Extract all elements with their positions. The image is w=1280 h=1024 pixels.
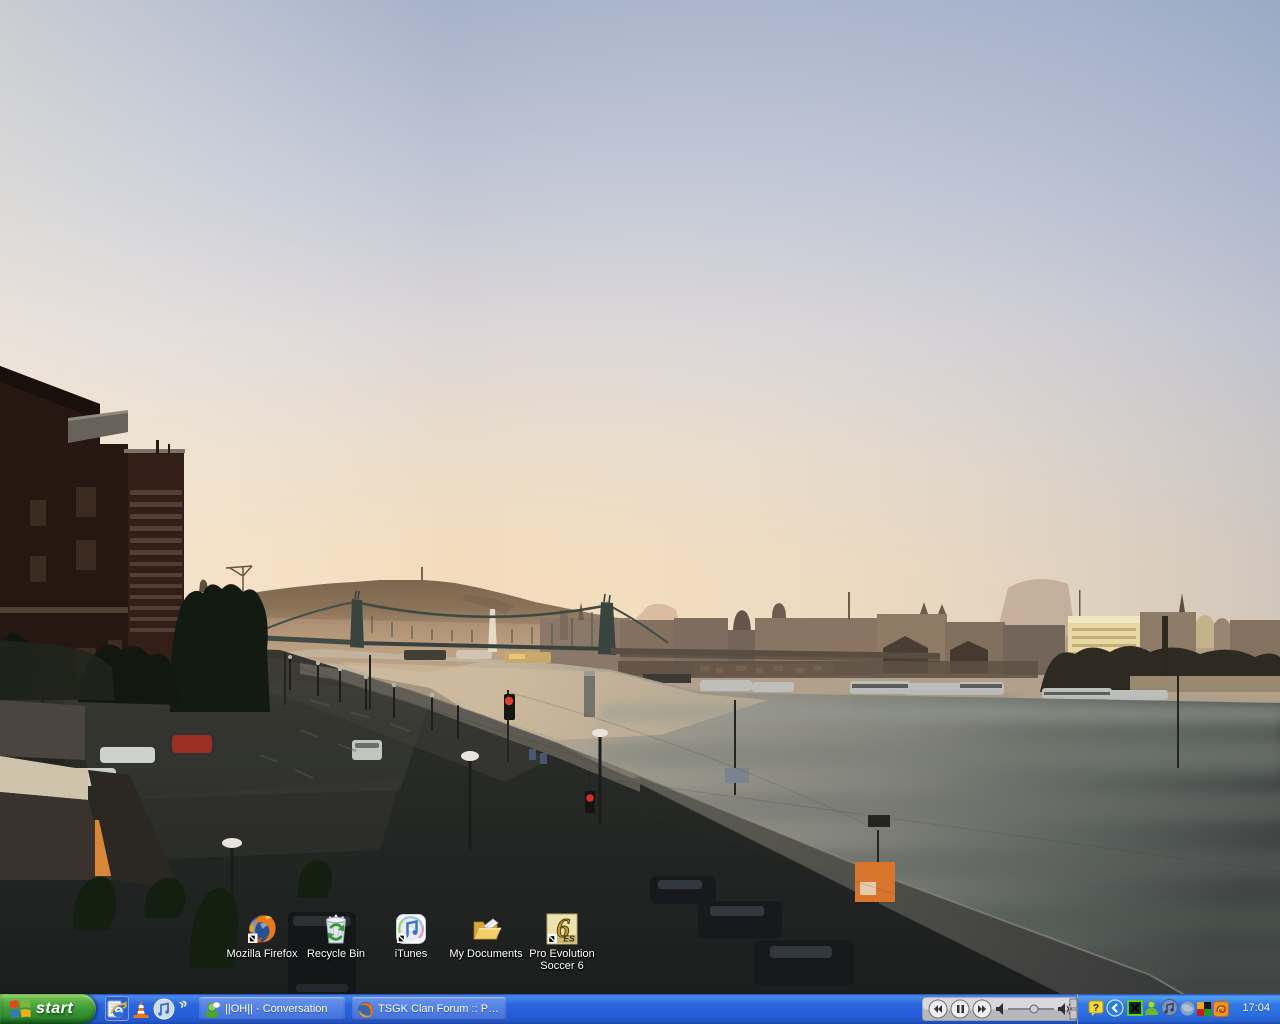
svg-text:ES: ES <box>563 934 575 944</box>
svg-text:?: ? <box>1093 1003 1099 1014</box>
